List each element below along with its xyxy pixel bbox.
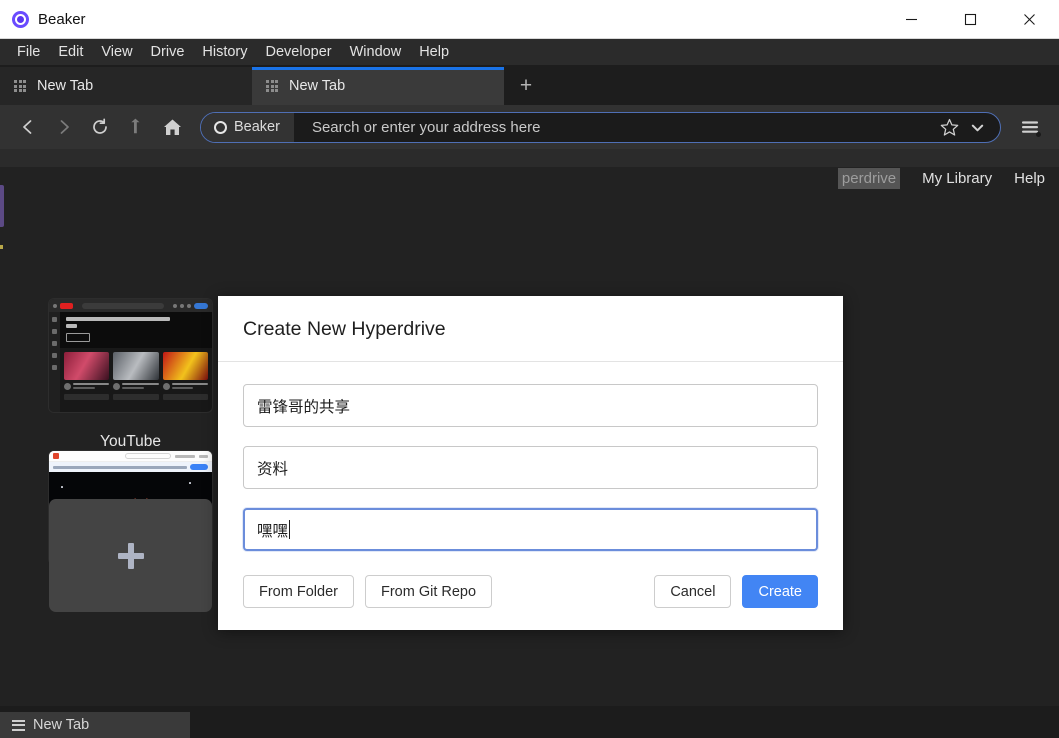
menu-item-file[interactable]: File — [8, 42, 49, 63]
forward-icon[interactable] — [48, 111, 80, 143]
menu-item-window[interactable]: Window — [341, 42, 411, 63]
address-input[interactable]: Search or enter your address here — [294, 119, 936, 136]
close-icon[interactable] — [1000, 0, 1059, 39]
omnibox-badge-label: Beaker — [234, 119, 280, 135]
extra-field-value: 嘿嘿 — [257, 519, 288, 541]
omnibox-site-badge[interactable]: Beaker — [201, 113, 294, 142]
from-folder-button[interactable]: From Folder — [243, 575, 354, 608]
taskbar-item-label: New Tab — [33, 717, 89, 733]
menu-item-view[interactable]: View — [92, 42, 141, 63]
title-field-value: 雷锋哥的共享 — [257, 395, 350, 417]
hamburger-menu-icon[interactable] — [1013, 110, 1047, 144]
minimize-icon[interactable] — [882, 0, 941, 39]
browser-window: Beaker File Edit View Drive History Deve… — [0, 0, 1059, 738]
menu-item-help[interactable]: Help — [410, 42, 458, 63]
create-button[interactable]: Create — [742, 575, 818, 608]
star-icon[interactable] — [936, 114, 962, 140]
app-title: Beaker — [38, 11, 86, 28]
menu-item-history[interactable]: History — [193, 42, 256, 63]
from-git-repo-button[interactable]: From Git Repo — [365, 575, 492, 608]
description-field-value: 资料 — [257, 457, 288, 479]
dialog-footer: From Folder From Git Repo Cancel Create — [218, 570, 843, 630]
modal-overlay: Create New Hyperdrive 雷锋哥的共享 资料 嘿嘿 From … — [0, 149, 1059, 706]
tab-new-tab-2[interactable]: New Tab — [252, 67, 504, 105]
back-icon[interactable] — [12, 111, 44, 143]
window-list-icon — [12, 720, 25, 731]
dialog-body: 雷锋哥的共享 资料 嘿嘿 — [218, 362, 843, 551]
menu-item-developer[interactable]: Developer — [257, 42, 341, 63]
menu-item-edit[interactable]: Edit — [49, 42, 92, 63]
dialog-header: Create New Hyperdrive — [218, 296, 843, 362]
grid-favicon-icon — [14, 80, 26, 92]
cancel-button[interactable]: Cancel — [654, 575, 731, 608]
dialog-title: Create New Hyperdrive — [243, 318, 818, 341]
home-icon[interactable] — [156, 111, 188, 143]
page-content: perdrive My Library Help — [0, 149, 1059, 706]
tab-title: New Tab — [289, 78, 345, 94]
title-bar-left: Beaker — [0, 11, 86, 28]
title-bar: Beaker — [0, 0, 1059, 39]
menu-bar: File Edit View Drive History Developer W… — [0, 39, 1059, 65]
text-cursor — [289, 520, 290, 539]
menu-item-drive[interactable]: Drive — [142, 42, 194, 63]
window-controls — [882, 0, 1059, 39]
maximize-icon[interactable] — [941, 0, 1000, 39]
beaker-ring-icon — [214, 121, 227, 134]
omnibox-actions — [936, 114, 1000, 140]
create-hyperdrive-dialog: Create New Hyperdrive 雷锋哥的共享 资料 嘿嘿 From … — [218, 296, 843, 630]
up-arrow-icon[interactable] — [120, 111, 152, 143]
taskbar: New Tab — [0, 706, 1059, 738]
menu-badge-dot — [1036, 132, 1041, 137]
navigation-bar: Beaker Search or enter your address here — [0, 105, 1059, 149]
grid-favicon-icon — [266, 80, 278, 92]
tab-new-tab-1[interactable]: New Tab — [0, 67, 252, 105]
reload-icon[interactable] — [84, 111, 116, 143]
tab-strip: New Tab New Tab + — [0, 65, 1059, 105]
title-field[interactable]: 雷锋哥的共享 — [243, 384, 818, 427]
beaker-logo-icon — [12, 11, 29, 28]
description-field[interactable]: 资料 — [243, 446, 818, 489]
taskbar-item-new-tab[interactable]: New Tab — [0, 712, 190, 738]
extra-field[interactable]: 嘿嘿 — [243, 508, 818, 551]
new-tab-button[interactable]: + — [504, 67, 548, 105]
address-bar[interactable]: Beaker Search or enter your address here — [200, 112, 1001, 143]
chevron-down-icon[interactable] — [964, 114, 990, 140]
tab-title: New Tab — [37, 78, 93, 94]
